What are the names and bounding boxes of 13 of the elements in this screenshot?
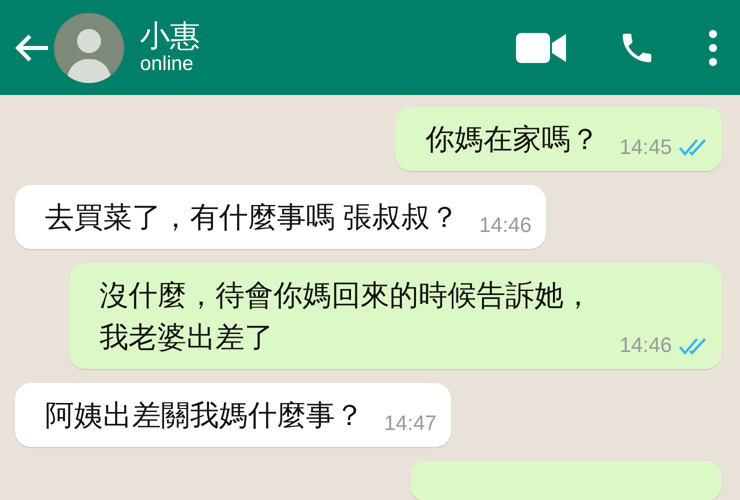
message-time: 14:47 bbox=[384, 410, 437, 437]
message-time: 14:45 bbox=[619, 134, 672, 161]
online-status: online bbox=[140, 53, 194, 75]
back-icon[interactable] bbox=[14, 32, 50, 62]
message-time: 14:46 bbox=[479, 212, 532, 239]
more-options-icon[interactable] bbox=[708, 30, 718, 66]
message-text: 去買菜了，有什麼事嗎 張叔叔？ bbox=[45, 201, 460, 236]
message-text: 你媽在家嗎？ bbox=[425, 123, 600, 158]
video-call-icon[interactable] bbox=[516, 32, 566, 62]
message-text: 阿姨出差關我媽什麼事？ bbox=[45, 399, 364, 434]
message-text: 沒什麼，待會你媽回來的時候告訴她，我老婆出差了 bbox=[99, 279, 594, 356]
message-time: 14:46 bbox=[619, 332, 672, 359]
contact-name: 小惠 bbox=[140, 20, 200, 53]
